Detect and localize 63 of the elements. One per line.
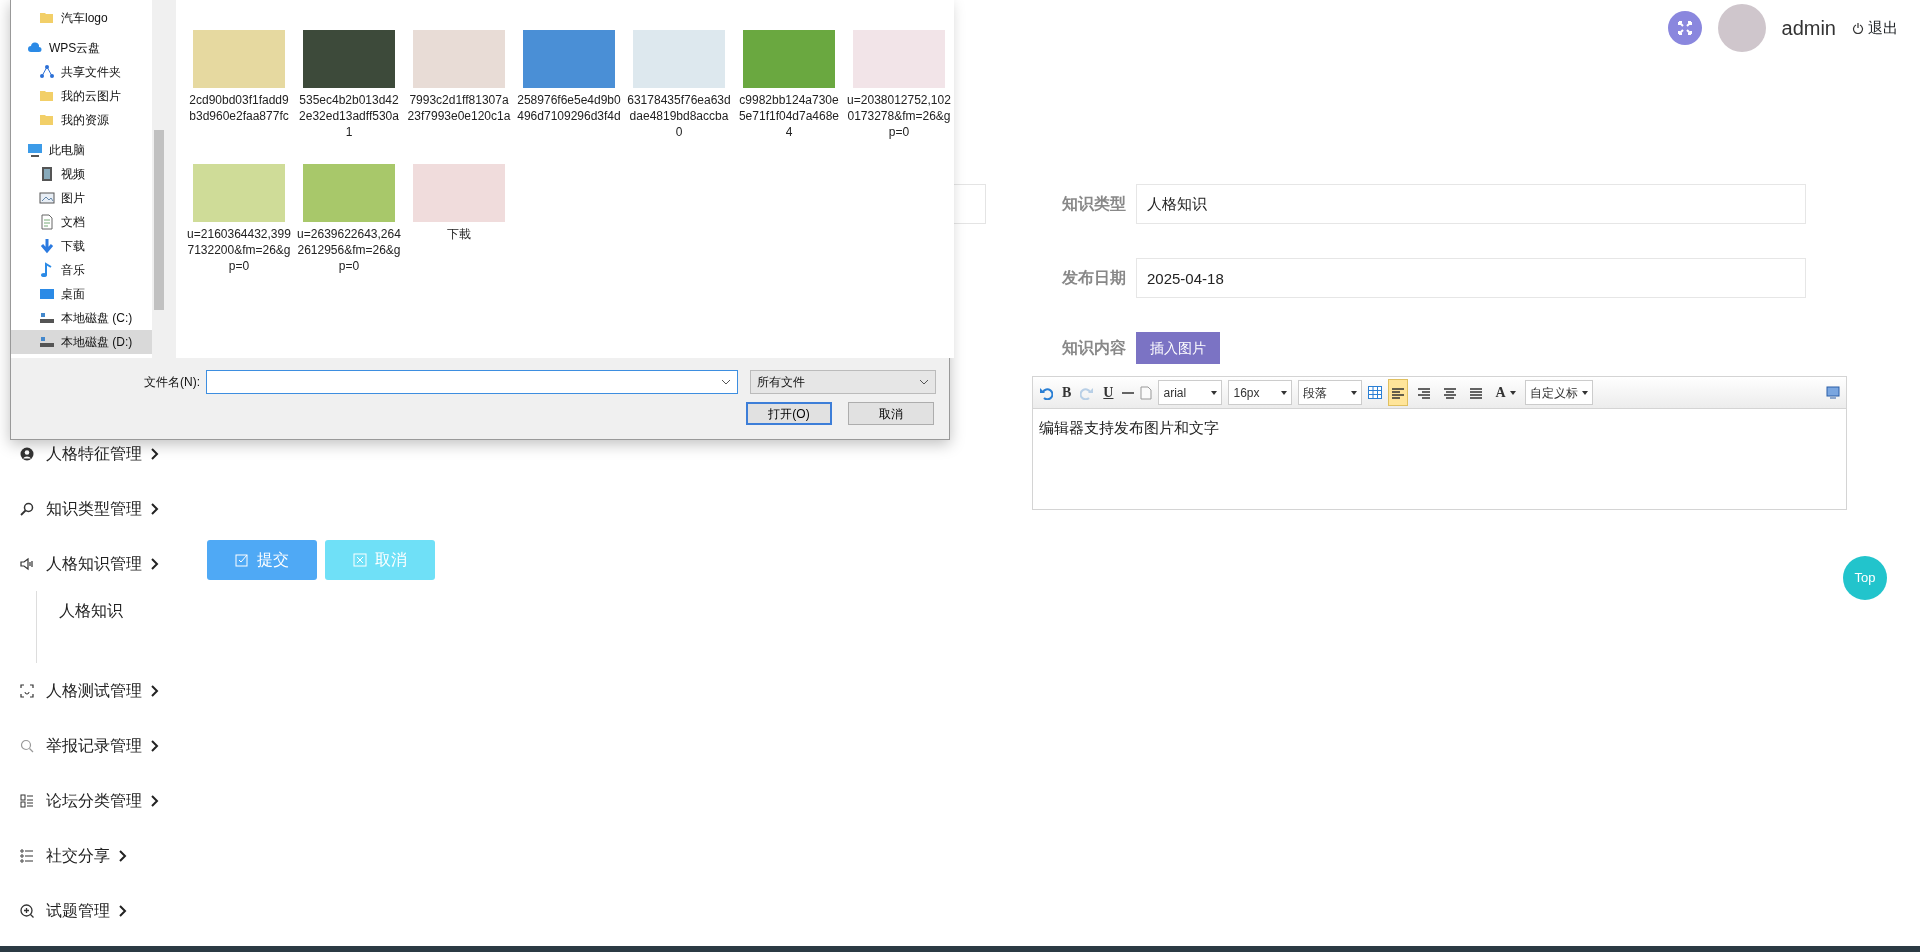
file-name: u=2639622643,2642612956&fm=26&gp=0 bbox=[297, 226, 401, 274]
sidebar-item[interactable]: 知识类型管理 bbox=[0, 481, 200, 536]
navigation-item[interactable]: 我的云图片 bbox=[11, 84, 152, 108]
file-item[interactable]: 258976f6e5e4d9b0496d7109296d3f4d bbox=[514, 12, 624, 146]
file-name: 258976f6e5e4d9b0496d7109296d3f4d bbox=[517, 92, 621, 124]
font-size-select[interactable]: 16px bbox=[1228, 380, 1293, 405]
file-name: 63178435f76ea63ddae4819bd8accba0 bbox=[627, 92, 731, 140]
file-item[interactable]: 2cd90bd03f1fadd9b3d960e2faa877fc bbox=[184, 12, 294, 146]
file-item[interactable]: 535ec4b2b013d422e32ed13adff530a1 bbox=[294, 12, 404, 146]
field-label: 知识类型 bbox=[1061, 194, 1127, 214]
editor-text: 编辑器支持发布图片和文字 bbox=[1039, 419, 1219, 436]
file-item[interactable]: u=2160364432,3997132200&fm=26&gp=0 bbox=[184, 146, 294, 280]
user-name: admin bbox=[1781, 16, 1836, 41]
insert-image-button[interactable]: 插入图片 bbox=[1136, 332, 1220, 364]
font-color-button[interactable]: A bbox=[1492, 382, 1519, 403]
date-field[interactable]: 2025-04-18 bbox=[1136, 258, 1806, 298]
bold-button[interactable]: B bbox=[1059, 382, 1075, 403]
navigation-item[interactable]: 音乐 bbox=[11, 258, 152, 282]
file-name: u=2160364432,3997132200&fm=26&gp=0 bbox=[187, 226, 291, 274]
file-name: 7993c2d1ff81307a23f7993e0e120c1a bbox=[407, 92, 511, 124]
sidebar-item[interactable]: 举报记录管理 bbox=[0, 718, 200, 773]
file-item[interactable]: 7993c2d1ff81307a23f7993e0e120c1a bbox=[404, 12, 514, 146]
file-item[interactable]: u=2038012752,1020173278&fm=26&gp=0 bbox=[844, 12, 954, 146]
sidebar-item[interactable]: 试题管理 bbox=[0, 883, 200, 938]
navigation-item[interactable]: 图片 bbox=[11, 186, 152, 210]
navigation-item[interactable]: 文档 bbox=[11, 210, 152, 234]
navigation-item[interactable]: 本地磁盘 (D:) bbox=[11, 330, 152, 354]
navigation-item[interactable]: WPS云盘 bbox=[11, 36, 152, 60]
underline-button[interactable]: U bbox=[1100, 382, 1117, 403]
type-select[interactable]: 人格知识 bbox=[1136, 184, 1806, 224]
logout-link[interactable]: 退出 bbox=[1852, 16, 1898, 40]
file-name: u=2038012752,1020173278&fm=26&gp=0 bbox=[847, 92, 951, 140]
navigation-item[interactable]: 汽车logo bbox=[11, 6, 152, 30]
open-button[interactable]: 打开(O) bbox=[746, 402, 832, 425]
file-item[interactable]: 63178435f76ea63ddae4819bd8accba0 bbox=[624, 12, 734, 146]
field-label: 知识内容 bbox=[1061, 338, 1127, 358]
sidebar-item[interactable]: 论坛分类管理 bbox=[0, 773, 200, 828]
file-name: c9982bb124a730e5e71f1f04d7a468e4 bbox=[737, 92, 841, 140]
navigation-item[interactable]: 本地磁盘 (C:) bbox=[11, 306, 152, 330]
file-item[interactable]: 下載 bbox=[404, 146, 514, 280]
sidebar-item[interactable]: 人格知识管理 bbox=[0, 536, 200, 591]
file-type-select[interactable]: 所有文件 bbox=[750, 370, 936, 394]
file-name: 535ec4b2b013d422e32ed13adff530a1 bbox=[298, 92, 400, 140]
file-item[interactable]: u=2639622643,2642612956&fm=26&gp=0 bbox=[294, 146, 404, 280]
cancel-button[interactable]: 取消 bbox=[848, 402, 934, 425]
font-select[interactable]: arial bbox=[1158, 380, 1223, 405]
navigation-item[interactable]: 桌面 bbox=[11, 282, 152, 306]
paragraph-select[interactable]: 段落 bbox=[1298, 380, 1363, 405]
navigation-item[interactable]: 我的资源 bbox=[11, 108, 152, 132]
sidebar-item[interactable]: 社交分享 bbox=[0, 828, 200, 883]
field-label: 文件名(N): bbox=[143, 374, 201, 391]
sidebar-item[interactable]: 人格测试管理 bbox=[0, 663, 200, 718]
navigation-item[interactable]: 此电脑 bbox=[11, 138, 152, 162]
file-name: 2cd90bd03f1fadd9b3d960e2faa877fc bbox=[188, 92, 290, 124]
sidebar-item[interactable]: 人格特征管理 bbox=[0, 426, 200, 481]
file-name: 下載 bbox=[446, 226, 472, 242]
navigation-item[interactable]: 视频 bbox=[11, 162, 152, 186]
field-label: 发布日期 bbox=[1061, 268, 1127, 288]
navigation-item[interactable]: 下载 bbox=[11, 234, 152, 258]
sidebar-subitem[interactable]: 人格知识 bbox=[59, 599, 200, 623]
heading-select[interactable]: 自定义标 bbox=[1524, 380, 1593, 405]
navigation-item[interactable]: 共享文件夹 bbox=[11, 60, 152, 84]
file-item[interactable]: c9982bb124a730e5e71f1f04d7a468e4 bbox=[734, 12, 844, 146]
